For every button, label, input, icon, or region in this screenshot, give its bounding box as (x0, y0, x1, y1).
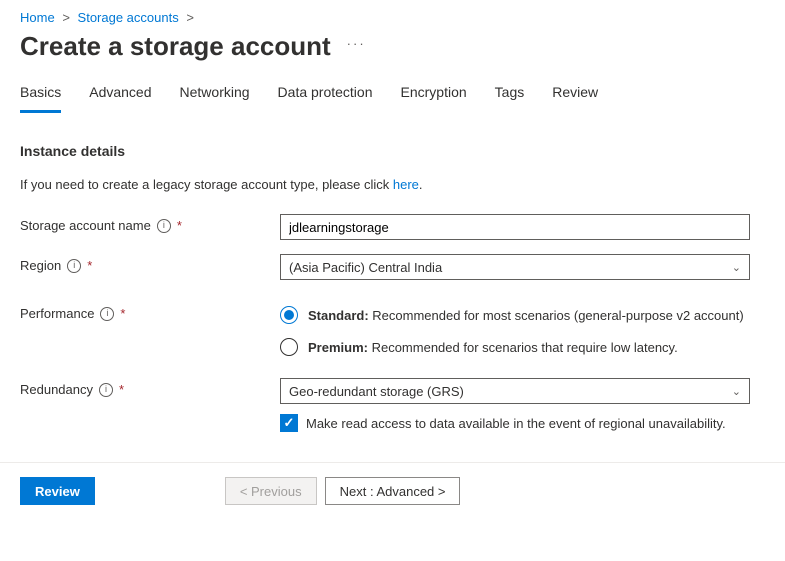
more-actions-button[interactable]: ··· (347, 36, 366, 57)
check-icon: ✓ (284, 415, 295, 431)
performance-label: Performance (20, 306, 94, 321)
footer: Review < Previous Next : Advanced > (0, 463, 785, 519)
review-button[interactable]: Review (20, 477, 95, 505)
region-select[interactable]: (Asia Pacific) Central India ⌄ (280, 254, 750, 280)
breadcrumb: Home > Storage accounts > (20, 10, 765, 25)
tab-tags[interactable]: Tags (495, 80, 525, 113)
storage-account-name-label: Storage account name (20, 218, 151, 233)
info-icon[interactable]: i (100, 307, 114, 321)
legacy-link[interactable]: here (393, 177, 419, 192)
read-access-checkbox[interactable]: ✓ (280, 414, 298, 432)
tab-data-protection[interactable]: Data protection (278, 80, 373, 113)
required-indicator: * (87, 258, 92, 273)
legacy-note: If you need to create a legacy storage a… (20, 177, 765, 192)
legacy-prefix: If you need to create a legacy storage a… (20, 177, 393, 192)
read-access-label: Make read access to data available in th… (306, 416, 726, 431)
breadcrumb-storage-accounts[interactable]: Storage accounts (78, 10, 179, 25)
required-indicator: * (119, 382, 124, 397)
info-icon[interactable]: i (67, 259, 81, 273)
perf-premium-title: Premium: (308, 340, 368, 355)
next-button[interactable]: Next : Advanced > (325, 477, 461, 505)
tab-encryption[interactable]: Encryption (401, 80, 467, 113)
info-icon[interactable]: i (99, 383, 113, 397)
section-instance-details: Instance details (20, 143, 765, 159)
tab-basics[interactable]: Basics (20, 80, 61, 113)
chevron-down-icon: ⌄ (732, 261, 741, 274)
performance-premium-radio[interactable]: Premium: Recommended for scenarios that … (280, 338, 750, 356)
chevron-right-icon: > (186, 10, 194, 25)
legacy-suffix: . (419, 177, 423, 192)
page-title: Create a storage account (20, 31, 331, 62)
required-indicator: * (177, 218, 182, 233)
redundancy-label: Redundancy (20, 382, 93, 397)
region-label: Region (20, 258, 61, 273)
radio-icon (280, 338, 298, 356)
region-value: (Asia Pacific) Central India (289, 260, 442, 275)
storage-account-name-input[interactable] (280, 214, 750, 240)
previous-button: < Previous (225, 477, 317, 505)
required-indicator: * (120, 306, 125, 321)
perf-premium-desc: Recommended for scenarios that require l… (368, 340, 678, 355)
tabs: Basics Advanced Networking Data protecti… (20, 80, 765, 113)
radio-icon (280, 306, 298, 324)
perf-standard-title: Standard: (308, 308, 369, 323)
performance-standard-radio[interactable]: Standard: Recommended for most scenarios… (280, 306, 750, 324)
chevron-right-icon: > (62, 10, 70, 25)
tab-advanced[interactable]: Advanced (89, 80, 151, 113)
breadcrumb-home[interactable]: Home (20, 10, 55, 25)
tab-networking[interactable]: Networking (180, 80, 250, 113)
redundancy-select[interactable]: Geo-redundant storage (GRS) ⌄ (280, 378, 750, 404)
tab-review[interactable]: Review (552, 80, 598, 113)
info-icon[interactable]: i (157, 219, 171, 233)
perf-standard-desc: Recommended for most scenarios (general-… (369, 308, 744, 323)
chevron-down-icon: ⌄ (732, 385, 741, 398)
redundancy-value: Geo-redundant storage (GRS) (289, 384, 464, 399)
